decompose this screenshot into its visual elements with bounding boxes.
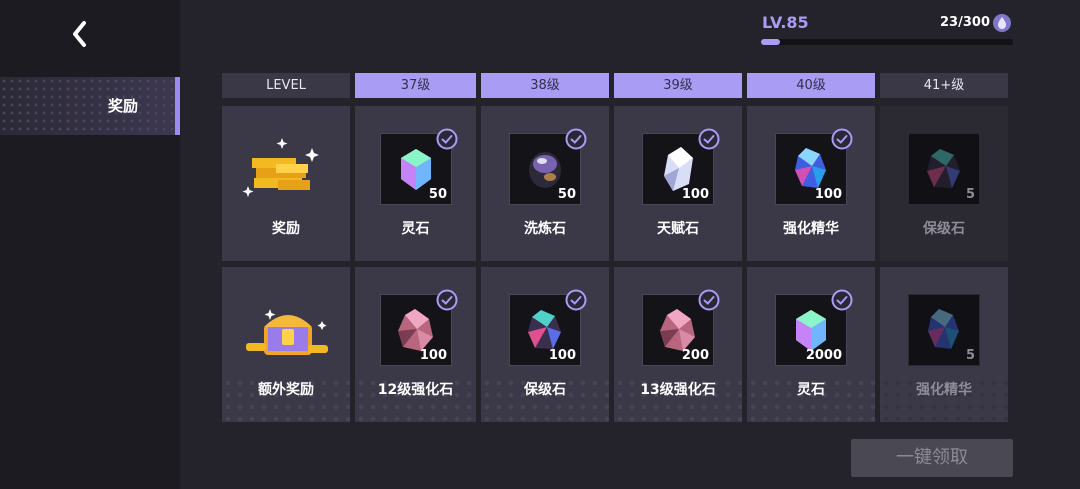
item-name: 保级石: [923, 221, 965, 237]
item-name: 灵石: [797, 382, 825, 398]
reward-cell[interactable]: 2000 灵石: [747, 267, 875, 422]
item-quantity: 200: [681, 348, 709, 363]
item-name: 灵石: [401, 221, 430, 237]
level-header-4: 40级: [747, 73, 875, 98]
extra-reward-row-label: 额外奖励: [222, 267, 350, 422]
level-progress-bar: [761, 39, 1013, 45]
level-header-1: 37级: [355, 73, 476, 98]
level-header-0: LEVEL: [222, 73, 350, 98]
active-indicator: [175, 77, 180, 135]
claimed-check-icon: [831, 289, 853, 311]
claimed-check-icon: [831, 128, 853, 150]
item-quantity: 100: [419, 348, 447, 363]
claimed-check-icon: [698, 289, 720, 311]
level-label: LV.85: [762, 13, 809, 32]
water-drop-icon: [993, 14, 1011, 32]
reward-cell[interactable]: 100 保级石: [481, 267, 609, 422]
claimed-check-icon: [436, 128, 458, 150]
level-header-5: 41+级: [880, 73, 1008, 98]
item-name: 保级石: [524, 382, 566, 398]
item-name: 洗炼石: [524, 221, 566, 237]
claimed-check-icon: [565, 289, 587, 311]
reward-cell[interactable]: 50 洗炼石: [481, 106, 609, 261]
gold-bars-icon: [242, 138, 319, 197]
item-name: 强化精华: [783, 221, 839, 237]
claim-all-button[interactable]: 一键领取: [851, 439, 1013, 477]
reward-cell[interactable]: 100 强化精华: [747, 106, 875, 261]
level-header-2: 38级: [481, 73, 609, 98]
item-name: 天赋石: [657, 221, 699, 237]
sidebar-item-rewards[interactable]: 奖励: [0, 77, 180, 135]
item-slot[interactable]: 5: [908, 133, 980, 205]
sidebar-item-label: 奖励: [108, 97, 139, 115]
item-quantity: 50: [557, 187, 576, 202]
reward-cell[interactable]: 200 13级强化石: [614, 267, 742, 422]
chevron-left-icon: [73, 21, 86, 47]
reward-cell[interactable]: 5 强化精华: [880, 267, 1008, 422]
level-progress-fill: [761, 39, 781, 45]
item-quantity: 100: [548, 348, 576, 363]
item-slot[interactable]: 5: [908, 294, 980, 366]
item-quantity: 50: [428, 187, 447, 202]
item-quantity: 5: [965, 348, 975, 363]
item-quantity: 100: [814, 187, 842, 202]
reward-row-label: 奖励: [222, 106, 350, 261]
item-name: 12级强化石: [377, 382, 454, 398]
row-label: 额外奖励: [258, 382, 314, 398]
progress-count: 23/300: [940, 15, 990, 30]
reward-cell[interactable]: 50 灵石: [355, 106, 476, 261]
claimed-check-icon: [698, 128, 720, 150]
back-button[interactable]: [62, 14, 98, 54]
level-header-3: 39级: [614, 73, 742, 98]
reward-cell[interactable]: 100 天赋石: [614, 106, 742, 261]
item-name: 13级强化石: [640, 382, 716, 398]
item-quantity: 2000: [805, 348, 842, 363]
claimed-check-icon: [436, 289, 458, 311]
item-name: 强化精华: [916, 382, 972, 398]
left-panel: 奖励: [0, 0, 180, 489]
row-label: 奖励: [272, 221, 300, 237]
item-quantity: 5: [965, 187, 975, 202]
reward-cell[interactable]: 100 12级强化石: [355, 267, 476, 422]
item-quantity: 100: [681, 187, 709, 202]
treasure-chest-icon: [246, 309, 328, 355]
claimed-check-icon: [565, 128, 587, 150]
reward-cell[interactable]: 5 保级石: [880, 106, 1008, 261]
